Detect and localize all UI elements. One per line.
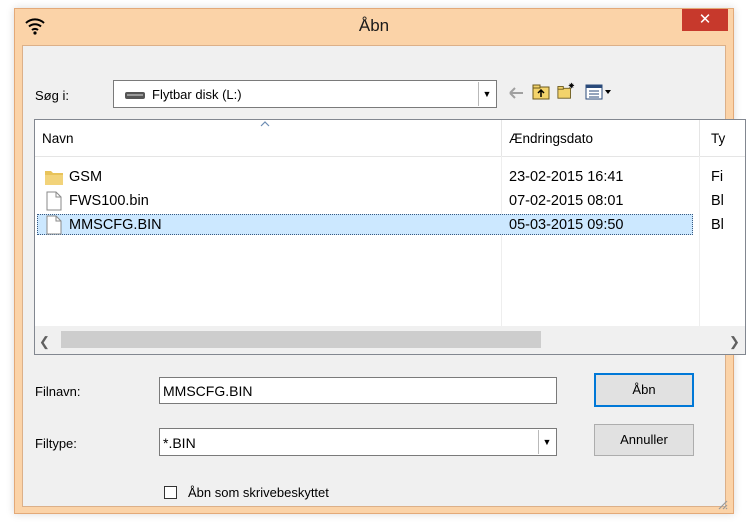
filetype-combo[interactable]: *.BIN ▼ [159, 428, 557, 456]
scroll-right-icon[interactable]: ❯ [729, 334, 740, 350]
scrollbar-thumb[interactable] [61, 331, 541, 348]
file-icon [46, 191, 62, 211]
window-title: Åbn [358, 16, 390, 35]
scroll-left-icon[interactable]: ❮ [39, 334, 50, 350]
title-bar[interactable]: Åbn ✕ [15, 9, 733, 43]
column-header-name[interactable]: Navn [42, 131, 74, 146]
readonly-label[interactable]: Åbn som skrivebeskyttet [188, 485, 329, 500]
sort-ascending-icon [260, 121, 270, 127]
new-folder-icon[interactable] [557, 82, 575, 100]
file-icon [46, 215, 62, 235]
file-date: 05-03-2015 09:50 [509, 217, 624, 233]
cancel-button[interactable]: Annuller [594, 424, 694, 456]
readonly-checkbox[interactable] [164, 486, 177, 499]
filename-field[interactable]: MMSCFG.BIN [159, 377, 557, 404]
file-type: Fi [711, 169, 724, 185]
lookin-label: Søg i: [35, 88, 69, 103]
column-separator[interactable] [699, 120, 700, 156]
resize-grip-icon[interactable] [716, 498, 728, 510]
list-item-selected[interactable]: MMSCFG.BIN 05-03-2015 09:50 Bl [35, 214, 745, 236]
list-item[interactable]: GSM 23-02-2015 16:41 Fi [35, 166, 745, 188]
list-item[interactable]: FWS100.bin 07-02-2015 08:01 Bl [35, 190, 745, 212]
up-folder-icon[interactable] [532, 83, 550, 101]
file-date: 23-02-2015 16:41 [509, 169, 624, 185]
removable-drive-icon [125, 92, 145, 99]
file-type: Bl [711, 193, 724, 209]
view-menu-icon[interactable] [585, 83, 615, 101]
filetype-value: *.BIN [163, 435, 196, 451]
chevron-down-icon[interactable]: ▼ [538, 430, 555, 454]
back-arrow-icon[interactable] [507, 84, 525, 102]
file-name: GSM [69, 169, 103, 185]
lookin-combo[interactable]: Flytbar disk (L:) ▼ [113, 80, 497, 108]
file-list[interactable]: Navn Ændringsdato Ty GSM 23-02-2015 16:4… [34, 119, 746, 355]
column-header-type[interactable]: Ty [711, 131, 725, 146]
column-header-date[interactable]: Ændringsdato [509, 131, 593, 146]
list-header: Navn Ændringsdato Ty [35, 120, 745, 157]
open-button[interactable]: Åbn [594, 373, 694, 407]
filename-value: MMSCFG.BIN [163, 383, 253, 399]
file-name: MMSCFG.BIN [69, 217, 162, 233]
chevron-down-icon[interactable]: ▼ [478, 82, 495, 106]
lookin-value: Flytbar disk (L:) [152, 87, 242, 102]
filename-label: Filnavn: [35, 384, 81, 399]
column-separator[interactable] [501, 120, 502, 156]
close-icon: ✕ [698, 11, 712, 28]
close-button[interactable]: ✕ [682, 9, 728, 31]
file-name: FWS100.bin [69, 193, 149, 209]
horizontal-scrollbar[interactable]: ❮ ❯ [35, 326, 745, 354]
folder-icon [45, 171, 63, 185]
file-type: Bl [711, 217, 724, 233]
file-date: 07-02-2015 08:01 [509, 193, 624, 209]
filetype-label: Filtype: [35, 436, 77, 451]
